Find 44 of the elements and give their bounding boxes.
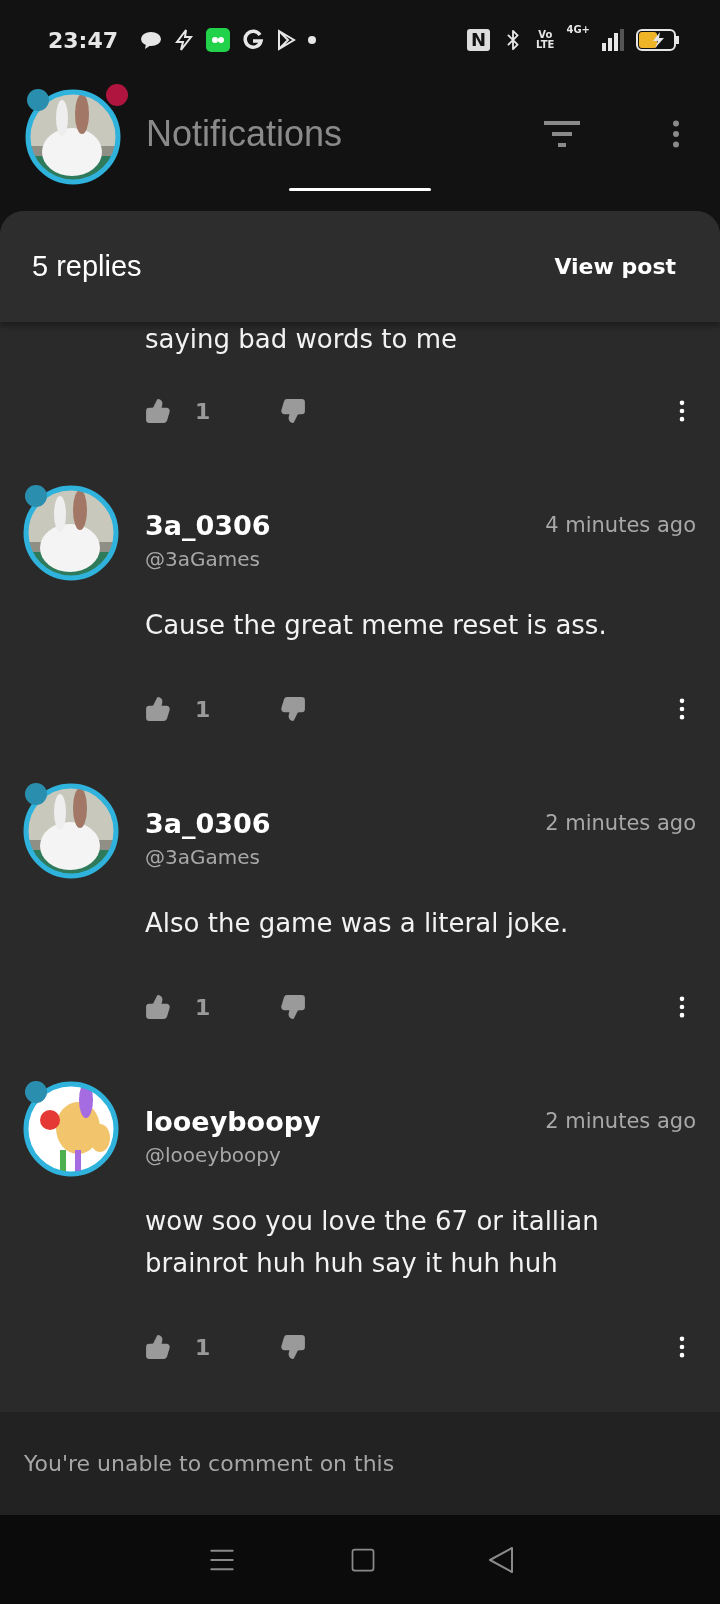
user-handle: @3aGames — [145, 844, 260, 871]
user-handle: @3aGames — [145, 546, 260, 573]
dot-icon — [308, 36, 317, 44]
clock: 23:47 — [48, 27, 119, 53]
network-label: 4G+ — [566, 24, 590, 35]
sheet-title: 5 replies — [32, 250, 142, 283]
thumbs-up-icon[interactable] — [145, 994, 171, 1020]
like-count: 1 — [195, 696, 211, 722]
thumbs-down-icon[interactable] — [280, 398, 307, 424]
thumbs-down-icon[interactable] — [280, 696, 307, 722]
thumbs-up-icon[interactable] — [145, 398, 171, 424]
like-count: 1 — [195, 1334, 211, 1360]
signal-icon — [602, 29, 624, 51]
chat-icon — [140, 30, 163, 50]
comment-text: Cause the great meme reset is ass. — [145, 609, 608, 642]
user-name[interactable]: 3a_0306 — [145, 807, 271, 839]
lightning-icon — [174, 29, 195, 51]
back-icon[interactable] — [488, 1545, 515, 1574]
google-icon — [242, 29, 265, 51]
play-icon — [276, 29, 297, 51]
user-name[interactable]: looeyboopy — [145, 1105, 321, 1137]
comment-text: saying bad words to me — [145, 323, 458, 356]
thumbs-up-icon[interactable] — [145, 696, 171, 722]
page-title: Notifications — [146, 113, 344, 155]
app-icon — [206, 28, 231, 52]
filter-icon[interactable] — [544, 121, 580, 147]
comment-text: wow soo you love the 67 or itallian brainrot huh huh say it huh huh — [145, 1205, 600, 1280]
timestamp: 4 minutes ago — [545, 513, 696, 537]
battery-icon — [636, 29, 680, 51]
comment-notice: You're unable to comment on this — [24, 1451, 395, 1476]
user-handle: @looeyboopy — [145, 1142, 281, 1169]
timestamp: 2 minutes ago — [545, 811, 696, 835]
like-count: 1 — [195, 994, 211, 1020]
volte-icon: Vo LTE — [536, 30, 555, 50]
thumbs-down-icon[interactable] — [280, 994, 307, 1020]
comment-text: Also the game was a literal joke. — [145, 907, 570, 940]
view-post-button[interactable]: View post — [546, 248, 684, 285]
thumbs-down-icon[interactable] — [280, 1334, 307, 1360]
user-name[interactable]: 3a_0306 — [145, 509, 271, 541]
drag-handle[interactable] — [289, 188, 431, 191]
like-count: 1 — [195, 398, 211, 424]
timestamp: 2 minutes ago — [545, 1109, 696, 1133]
nfc-icon: N — [467, 29, 491, 51]
thumbs-up-icon[interactable] — [145, 1334, 171, 1360]
